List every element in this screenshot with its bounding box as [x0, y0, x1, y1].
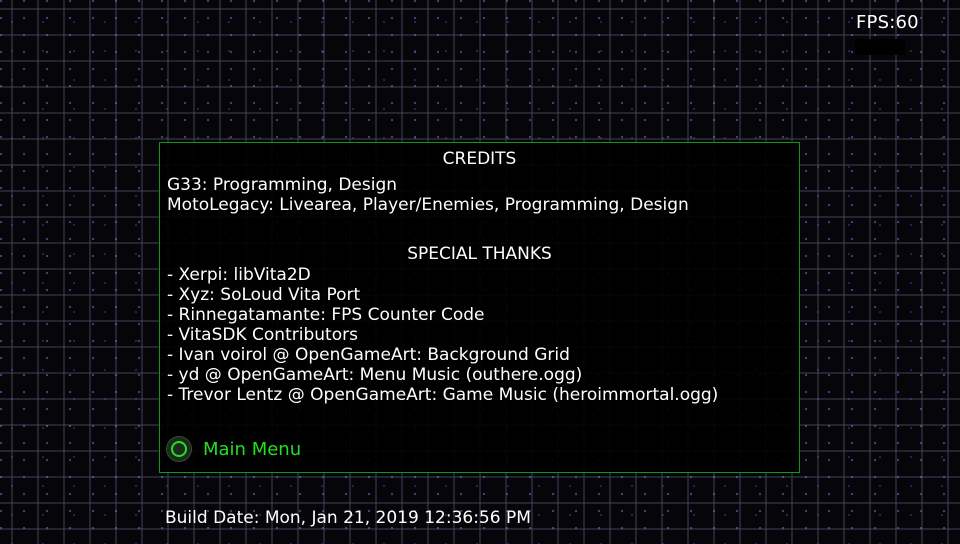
thanks-line: - Rinnegatamante: FPS Counter Code — [167, 305, 485, 325]
build-date: Build Date: Mon, Jan 21, 2019 12:36:56 P… — [165, 508, 531, 528]
special-thanks-heading: SPECIAL THANKS — [407, 244, 552, 264]
thanks-line: - Trevor Lentz @ OpenGameArt: Game Music… — [167, 385, 719, 405]
fps-counter: FPS:60 — [856, 12, 919, 33]
credit-line: G33: Programming, Design — [167, 175, 398, 195]
circle-button-icon — [167, 437, 191, 461]
credit-line: MotoLegacy: Livearea, Player/Enemies, Pr… — [167, 195, 689, 215]
thanks-line: - yd @ OpenGameArt: Menu Music (outhere.… — [167, 365, 583, 385]
main-menu-button[interactable]: Main Menu — [167, 434, 301, 464]
thanks-line: - VitaSDK Contributors — [167, 325, 358, 345]
thanks-line: - Ivan voirol @ OpenGameArt: Background … — [167, 345, 570, 365]
credits-heading: CREDITS — [442, 149, 517, 169]
battery-terminal — [855, 39, 905, 55]
main-menu-label: Main Menu — [203, 438, 302, 460]
credits-panel: CREDITS G33: Programming, Design MotoLeg… — [159, 142, 800, 473]
thanks-line: - Xerpi: libVita2D — [167, 265, 311, 285]
thanks-line: - Xyz: SoLoud Vita Port — [167, 285, 361, 305]
